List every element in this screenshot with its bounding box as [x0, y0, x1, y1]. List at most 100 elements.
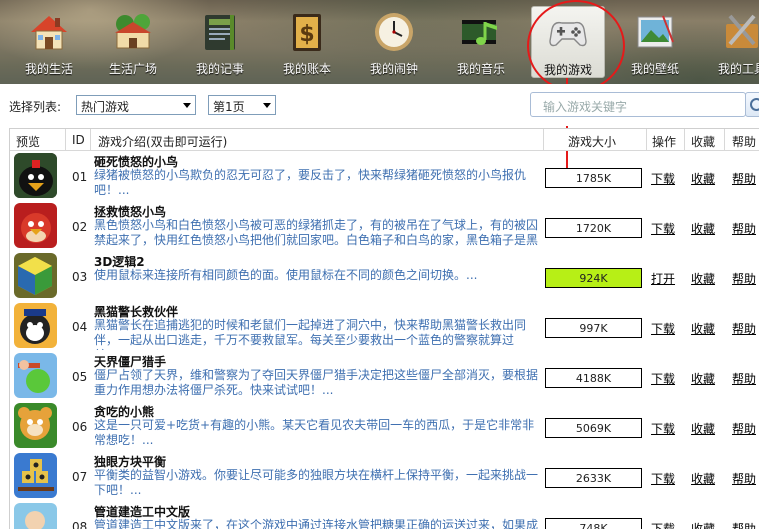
size-progress: 1785K	[545, 168, 642, 188]
nav-my-notes[interactable]: 我的记事	[180, 6, 260, 80]
nav-my-life[interactable]: 我的生活	[9, 6, 89, 80]
table-row[interactable]: 07 独眼方块平衡 平衡类的益智小游戏。你要让尽可能多的独眼方块在横杆上保持平衡…	[10, 451, 759, 501]
favorite-link[interactable]: 收藏	[691, 520, 715, 529]
game-description: 平衡类的益智小游戏。你要让尽可能多的独眼方块在横杆上保持平衡，一起来挑战一下吧！…	[94, 468, 539, 497]
game-thumbnail	[14, 203, 57, 248]
download-link[interactable]: 下载	[651, 470, 675, 487]
top-toolbar: 我的生活 生活广场 我的记事 $ 我的账本 我的闹钟 我的音乐 我的游戏 我的壁…	[0, 0, 759, 84]
wallpaper-icon	[633, 10, 677, 54]
row-id: 07	[72, 470, 88, 484]
header-help: 帮助	[732, 135, 757, 149]
table-row[interactable]: 04 黑猫警长救伙伴 黑猫警长在追捕逃犯的时候和老鼠们一起掉进了洞穴中，快来帮助…	[10, 301, 759, 351]
nav-my-ledger[interactable]: $ 我的账本	[267, 6, 347, 80]
nav-my-music[interactable]: 我的音乐	[441, 6, 521, 80]
size-progress: 1720K	[545, 218, 642, 238]
ledger-icon: $	[285, 10, 329, 54]
header-operation: 操作	[652, 135, 677, 149]
search-placeholder: 输入游戏关键字	[543, 100, 628, 114]
nav-label: 生活广场	[108, 62, 157, 76]
header-id: ID	[72, 133, 85, 147]
nav-label: 我的音乐	[456, 62, 505, 76]
game-description: 黑猫警长在追捕逃犯的时候和老鼠们一起掉进了洞穴中，快来帮助黑猫警长救出同伴，一起…	[94, 318, 527, 350]
favorite-link[interactable]: 收藏	[691, 470, 715, 487]
table-row[interactable]: 02 拯救愤怒小鸟 黑色愤怒小鸟和白色愤怒小鸟被可恶的绿猪抓走了，有的被吊在了气…	[10, 201, 759, 251]
open-link[interactable]: 打开	[651, 270, 675, 287]
page-select[interactable]: 第1页	[208, 95, 276, 115]
download-link[interactable]: 下载	[651, 320, 675, 337]
clock-icon	[372, 10, 416, 54]
download-link[interactable]: 下载	[651, 220, 675, 237]
list-select[interactable]: 热门游戏	[76, 95, 196, 115]
tools-icon	[720, 10, 759, 54]
filter-bar: 选择列表: 热门游戏 第1页 输入游戏关键字	[0, 84, 759, 126]
game-thumbnail	[14, 353, 57, 398]
chevron-down-icon	[263, 103, 271, 108]
game-thumbnail	[14, 253, 57, 298]
nav-label: 我的壁纸	[630, 62, 679, 76]
table-row[interactable]: 08 管道建造工中文版 管道建造工中文版来了，在这个游戏中通过连接水管把糖果正确…	[10, 501, 759, 529]
nav-my-tools[interactable]: 我的工具	[702, 6, 759, 80]
game-description: 僵尸占领了天界，维和警察为了夺回天界僵尸猎手决定把这些僵尸全部消灭，要根据重力作…	[94, 368, 539, 397]
favorite-link[interactable]: 收藏	[691, 270, 715, 287]
favorite-link[interactable]: 收藏	[691, 370, 715, 387]
help-link[interactable]: 帮助	[732, 520, 756, 529]
row-id: 02	[72, 220, 88, 234]
nav-my-alarm[interactable]: 我的闹钟	[354, 6, 434, 80]
row-id: 03	[72, 270, 88, 284]
table-row[interactable]: 06 贪吃的小熊 这是一只可爱+吃货+有趣的小熊。某天它看见农夫带回一车的西瓜，…	[10, 401, 759, 451]
row-id: 06	[72, 420, 88, 434]
game-table: 预览 ID 游戏介绍(双击即可运行) 游戏大小 操作 收藏 帮助 01 砸死愤怒…	[9, 128, 759, 529]
table-row[interactable]: 05 天界僵尸猎手 僵尸占领了天界，维和警察为了夺回天界僵尸猎手决定把这些僵尸全…	[10, 351, 759, 401]
table-row[interactable]: 01 砸死愤怒的小鸟 绿猪被愤怒的小鸟欺负的忍无可忍了，要反击了，快来帮绿猪砸死…	[10, 151, 759, 201]
nav-my-wallpaper[interactable]: 我的壁纸	[615, 6, 695, 80]
size-progress: 2633K	[545, 468, 642, 488]
help-link[interactable]: 帮助	[732, 270, 756, 287]
game-thumbnail	[14, 403, 57, 448]
game-thumbnail	[14, 303, 57, 348]
help-link[interactable]: 帮助	[732, 220, 756, 237]
game-thumbnail	[14, 453, 57, 498]
game-thumbnail	[14, 503, 57, 529]
favorite-link[interactable]: 收藏	[691, 320, 715, 337]
download-link[interactable]: 下载	[651, 170, 675, 187]
nav-life-square[interactable]: 生活广场	[93, 6, 173, 80]
game-description: 黑色愤怒小鸟和白色愤怒小鸟被可恶的绿猪抓走了，有的被吊在了气球上，有的被囚禁起来…	[94, 218, 539, 247]
download-link[interactable]: 下载	[651, 520, 675, 529]
help-link[interactable]: 帮助	[732, 470, 756, 487]
size-progress: 997K	[545, 318, 642, 338]
favorite-link[interactable]: 收藏	[691, 170, 715, 187]
size-progress: 924K	[545, 268, 642, 288]
nav-label: 我的账本	[282, 62, 331, 76]
nav-label: 我的生活	[24, 62, 73, 76]
download-link[interactable]: 下载	[651, 420, 675, 437]
search-icon[interactable]	[745, 92, 759, 117]
row-id: 01	[72, 170, 88, 184]
favorite-link[interactable]: 收藏	[691, 420, 715, 437]
help-link[interactable]: 帮助	[732, 170, 756, 187]
help-link[interactable]: 帮助	[732, 320, 756, 337]
header-favorite: 收藏	[691, 135, 716, 149]
nav-label: 我的工具	[717, 62, 759, 76]
row-id: 05	[72, 370, 88, 384]
header-intro: 游戏介绍(双击即可运行)	[98, 135, 228, 149]
size-progress: 5069K	[545, 418, 642, 438]
table-row[interactable]: 03 3D逻辑2 使用鼠标来连接所有相同颜色的面。使用鼠标在不同的颜色之间切换。…	[10, 251, 759, 301]
help-link[interactable]: 帮助	[732, 420, 756, 437]
nav-label: 我的闹钟	[369, 62, 418, 76]
house-icon	[27, 10, 71, 54]
favorite-link[interactable]: 收藏	[691, 220, 715, 237]
game-description: 绿猪被愤怒的小鸟欺负的忍无可忍了，要反击了，快来帮绿猪砸死愤怒的小鸟报仇吧！..…	[94, 168, 527, 197]
list-select-value: 热门游戏	[81, 100, 130, 114]
help-link[interactable]: 帮助	[732, 370, 756, 387]
search-input[interactable]: 输入游戏关键字	[530, 92, 746, 117]
highlight-circle	[527, 0, 625, 92]
game-description: 管道建造工中文版来了，在这个游戏中通过连接水管把糖果正确的运送过来，如果成功	[94, 518, 539, 529]
row-id: 04	[72, 320, 88, 334]
list-select-label: 选择列表:	[9, 100, 62, 114]
header-size: 游戏大小	[568, 135, 617, 149]
size-progress: 748K	[545, 518, 642, 529]
game-description: 这是一只可爱+吃货+有趣的小熊。某天它看见农夫带回一车的西瓜，于是它非常非常想吃…	[94, 418, 535, 447]
svg-text:$: $	[299, 22, 314, 47]
download-link[interactable]: 下载	[651, 370, 675, 387]
chevron-down-icon	[183, 103, 191, 108]
